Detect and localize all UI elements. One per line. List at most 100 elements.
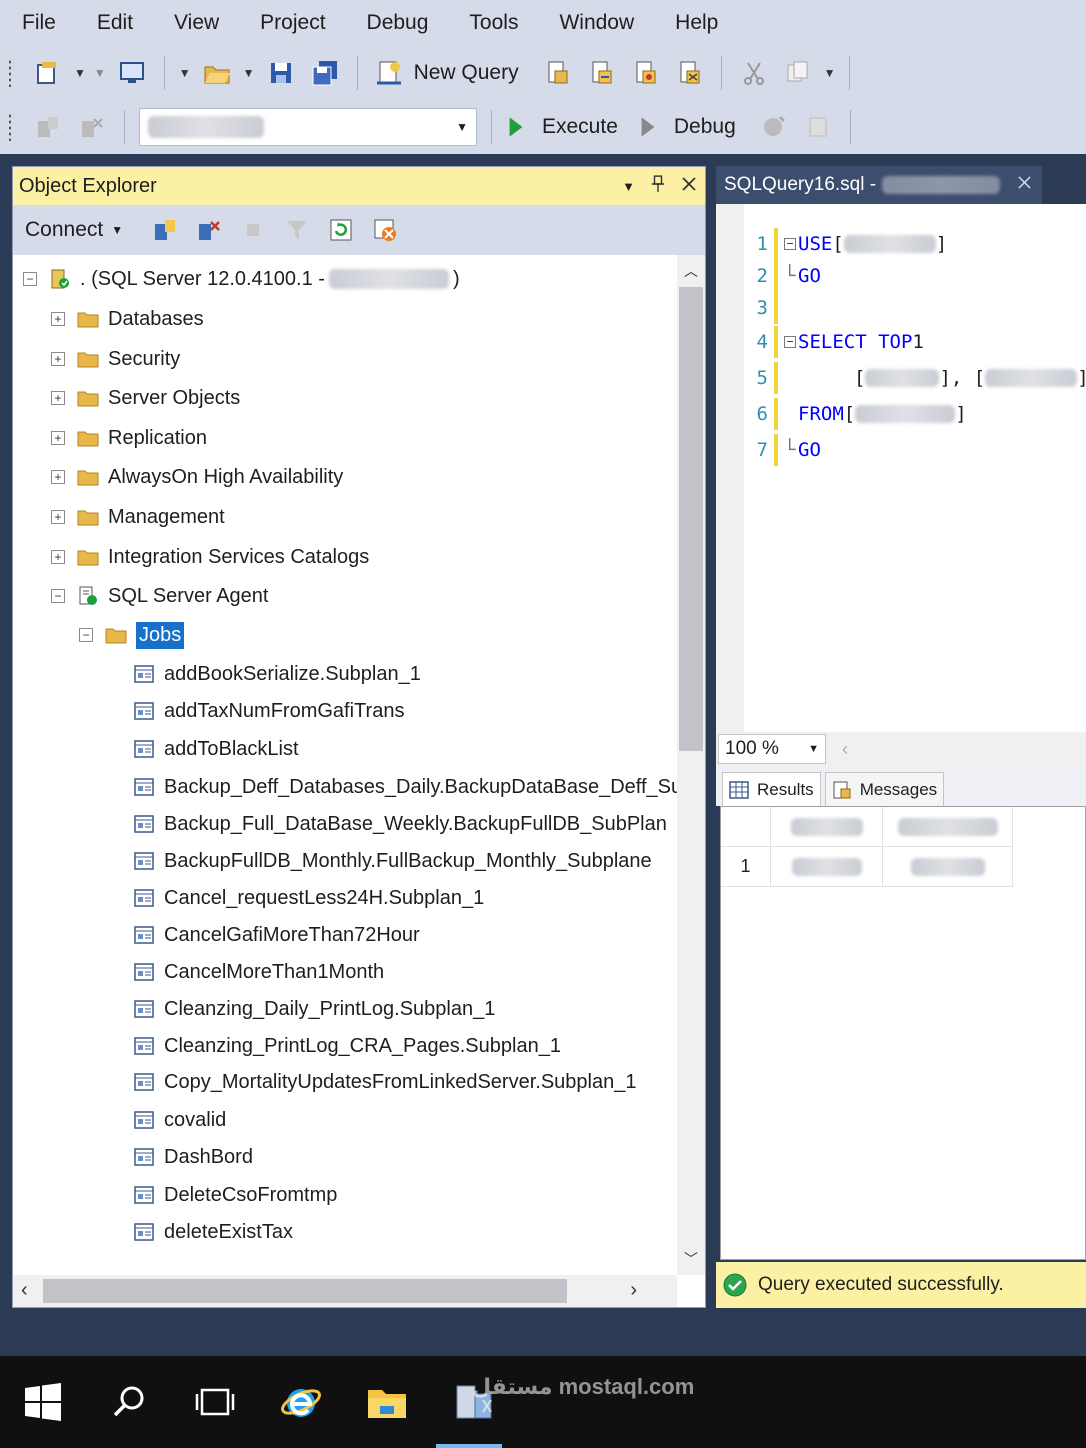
toolbar-grip[interactable] [8, 113, 12, 141]
job-item[interactable]: Backup_Full_DataBase_Weekly.BackupFullDB… [133, 808, 667, 840]
chevron-down-icon[interactable]: ▼ [243, 66, 255, 80]
expand-icon[interactable]: + [51, 312, 65, 326]
connect-server-icon[interactable] [150, 215, 180, 245]
execute-button[interactable]: Execute [502, 107, 634, 147]
fold-icon[interactable]: − [784, 336, 796, 348]
menu-window[interactable]: Window [537, 11, 653, 35]
connect-button[interactable]: Connect ▼ [25, 218, 123, 242]
scroll-up-icon[interactable]: ︿ [677, 261, 705, 281]
sql-editor[interactable]: 1 − USE [ ] 2 └ GO 3 4 − SELECT TOP 1 5 [716, 204, 1086, 732]
job-item[interactable]: addToBlackList [133, 733, 299, 765]
vertical-scrollbar[interactable]: ︿ ﹀ [677, 255, 705, 1275]
menu-view[interactable]: View [152, 11, 238, 35]
job-item[interactable]: CancelGafiMoreThan72Hour [133, 919, 420, 951]
open-folder-icon[interactable] [202, 58, 232, 88]
tree-node-management[interactable]: + Management [51, 501, 225, 533]
analysis-services-mdx-query-icon[interactable] [586, 58, 616, 88]
horizontal-scrollbar[interactable]: ‹ › [13, 1275, 677, 1307]
messages-tab[interactable]: Messages [824, 772, 945, 806]
expand-icon[interactable]: + [51, 550, 65, 564]
pin-icon[interactable] [651, 174, 665, 199]
chevron-down-icon[interactable]: ▼ [179, 66, 191, 80]
column-header[interactable] [883, 807, 1013, 847]
row-header[interactable]: 1 [721, 847, 771, 887]
collapse-icon[interactable]: − [51, 589, 65, 603]
job-item[interactable]: Cancel_requestLess24H.Subplan_1 [133, 882, 484, 914]
save-all-icon[interactable] [310, 58, 340, 88]
database-engine-query-icon[interactable] [542, 58, 572, 88]
chevron-down-icon[interactable]: ▼ [94, 66, 106, 80]
expand-icon[interactable]: + [51, 510, 65, 524]
tree-node-security[interactable]: + Security [51, 343, 180, 375]
job-item[interactable]: Cleanzing_Daily_PrintLog.Subplan_1 [133, 993, 495, 1025]
new-project-icon[interactable] [33, 58, 63, 88]
ssms-taskbar-button[interactable] [430, 1356, 520, 1448]
toolbar-grip[interactable] [8, 59, 12, 87]
results-grid[interactable]: 1 [720, 806, 1086, 1260]
chevron-down-icon[interactable]: ▼ [824, 66, 836, 80]
job-item[interactable]: Cleanzing_PrintLog_CRA_Pages.Subplan_1 [133, 1030, 561, 1062]
scroll-right-icon[interactable]: › [630, 1279, 637, 1302]
collapse-icon[interactable]: − [23, 272, 37, 286]
job-item[interactable]: BackupFullDB_Monthly.FullBackup_Monthly_… [133, 845, 652, 877]
close-tab-icon[interactable] [1017, 174, 1032, 196]
window-position-dropdown-icon[interactable]: ▼ [622, 179, 635, 194]
task-view-button[interactable] [172, 1356, 258, 1448]
scrollbar-thumb[interactable] [679, 287, 703, 751]
close-icon[interactable] [681, 176, 697, 197]
fold-icon[interactable]: − [784, 238, 796, 250]
job-item[interactable]: addTaxNumFromGafiTrans [133, 695, 404, 727]
tree-node-integration-services[interactable]: + Integration Services Catalogs [51, 541, 369, 573]
activity-monitor-icon[interactable] [370, 215, 400, 245]
expand-icon[interactable]: + [51, 431, 65, 445]
scroll-left-icon[interactable]: ‹ [21, 1279, 28, 1302]
analysis-services-xmla-query-icon[interactable] [674, 58, 704, 88]
monitor-icon[interactable] [117, 58, 147, 88]
job-item[interactable]: DeleteCsoFromtmp [133, 1179, 337, 1211]
scroll-left-icon[interactable]: ‹ [842, 739, 848, 760]
menu-file[interactable]: File [0, 11, 75, 35]
expand-icon[interactable]: + [51, 352, 65, 366]
file-explorer-button[interactable] [344, 1356, 430, 1448]
grid-cell[interactable] [883, 847, 1013, 887]
job-item[interactable]: DashBord [133, 1141, 253, 1173]
tree-node-server[interactable]: − . (SQL Server 12.0.4100.1 - ) [23, 263, 460, 295]
scroll-down-icon[interactable]: ﹀ [677, 1249, 705, 1269]
grid-cell[interactable] [771, 847, 883, 887]
tree-node-replication[interactable]: + Replication [51, 422, 207, 454]
chevron-down-icon[interactable]: ▼ [74, 66, 86, 80]
menu-debug[interactable]: Debug [345, 11, 448, 35]
search-button[interactable] [86, 1356, 172, 1448]
job-item[interactable]: addBookSerialize.Subplan_1 [133, 658, 421, 690]
query-tab[interactable]: SQLQuery16.sql - [716, 166, 1042, 204]
job-item[interactable]: Backup_Deff_Databases_Daily.BackupDataBa… [133, 771, 677, 803]
tree-node-sql-server-agent[interactable]: − SQL Server Agent [51, 580, 268, 612]
zoom-dropdown[interactable]: 100 % ▼ [718, 734, 826, 764]
expand-icon[interactable]: + [51, 470, 65, 484]
save-icon[interactable] [266, 58, 296, 88]
start-button[interactable] [0, 1356, 86, 1448]
results-tab[interactable]: Results [722, 772, 821, 806]
job-item[interactable]: CancelMoreThan1Month [133, 956, 384, 988]
menu-project[interactable]: Project [238, 11, 344, 35]
menu-help[interactable]: Help [653, 11, 737, 35]
expand-icon[interactable]: + [51, 391, 65, 405]
job-item[interactable]: covalid [133, 1104, 226, 1136]
column-header[interactable] [771, 807, 883, 847]
menu-edit[interactable]: Edit [75, 11, 152, 35]
tree-node-alwayson[interactable]: + AlwaysOn High Availability [51, 461, 343, 493]
job-item[interactable]: Copy_MortalityUpdatesFromLinkedServer.Su… [133, 1066, 636, 1098]
tree-node-server-objects[interactable]: + Server Objects [51, 382, 240, 414]
new-query-button[interactable]: New Query [368, 53, 535, 93]
scrollbar-thumb[interactable] [43, 1279, 567, 1303]
available-databases-dropdown[interactable]: ▼ [139, 108, 477, 146]
internet-explorer-button[interactable] [258, 1356, 344, 1448]
disconnect-icon[interactable] [194, 215, 224, 245]
refresh-icon[interactable] [326, 215, 356, 245]
debug-button[interactable]: Debug [634, 107, 752, 147]
job-item[interactable]: deleteExistTax [133, 1216, 293, 1248]
analysis-services-dmx-query-icon[interactable] [630, 58, 660, 88]
menu-tools[interactable]: Tools [447, 11, 537, 35]
tree-node-jobs[interactable]: − Jobs [79, 619, 185, 651]
collapse-icon[interactable]: − [79, 628, 93, 642]
